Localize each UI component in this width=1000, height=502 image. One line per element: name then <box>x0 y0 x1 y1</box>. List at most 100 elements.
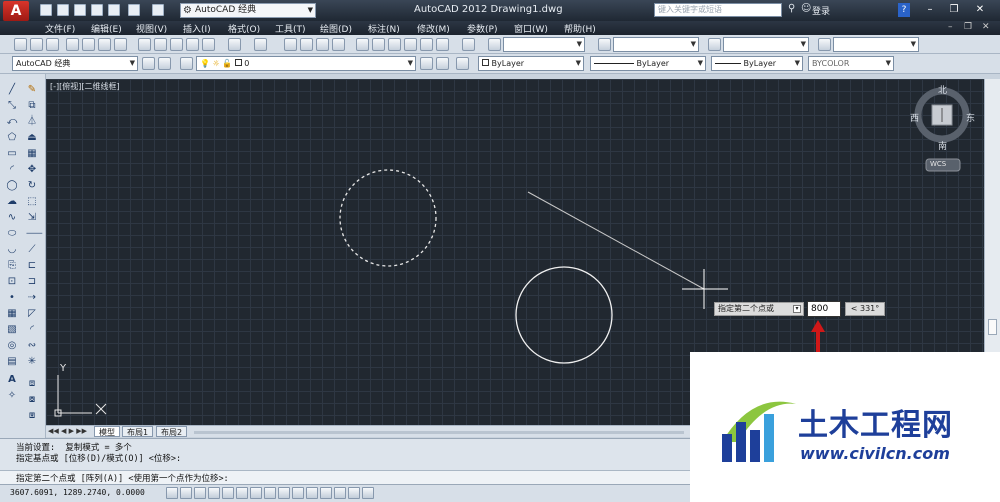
restore-icon[interactable]: ❐ <box>946 2 962 17</box>
viewcube-east[interactable]: 东 <box>966 111 975 124</box>
layer-combo[interactable]: 💡 ☼ 🔓 0 ▼ <box>196 56 416 71</box>
print-icon[interactable] <box>108 4 120 16</box>
block-tool-icon[interactable]: ⧆ <box>26 410 38 422</box>
lineweight-combo[interactable]: ByLayer ▼ <box>711 56 803 71</box>
menu-edit[interactable]: 编辑(E) <box>91 22 122 35</box>
offset-icon[interactable]: ⏏ <box>26 132 38 144</box>
close-icon[interactable]: ✕ <box>972 2 988 17</box>
scroll-thumb[interactable] <box>988 319 997 335</box>
add-selected-icon[interactable]: ✧ <box>6 390 18 402</box>
horizontal-scrollbar[interactable] <box>194 431 684 434</box>
qnew-icon[interactable] <box>14 38 27 51</box>
circle-icon[interactable]: ◯ <box>6 180 18 192</box>
copied-circle[interactable] <box>515 266 613 364</box>
layer-tool-icon[interactable]: ⧇ <box>26 394 38 406</box>
match-prop-icon[interactable] <box>186 38 199 51</box>
blend-icon[interactable]: ∾ <box>26 340 38 352</box>
line-icon[interactable]: ╱ <box>6 84 18 96</box>
polygon-icon[interactable]: ⬠ <box>6 132 18 144</box>
open-icon[interactable] <box>30 38 43 51</box>
minimize-icon[interactable]: – <box>922 2 938 17</box>
pan-icon[interactable] <box>284 38 297 51</box>
workspace-save-icon[interactable] <box>158 57 171 70</box>
snap-mode-icon[interactable] <box>180 487 192 499</box>
workspace-settings-icon[interactable] <box>142 57 155 70</box>
selected-circle[interactable] <box>339 169 437 267</box>
chamfer-icon[interactable]: ◸ <box>26 308 38 320</box>
sheet-set-icon[interactable] <box>404 38 417 51</box>
point-icon[interactable]: • <box>6 292 18 304</box>
spline-icon[interactable]: ∿ <box>6 212 18 224</box>
menu-window[interactable]: 窗口(W) <box>514 22 548 35</box>
infer-constraints-icon[interactable] <box>166 487 178 499</box>
polar-tracking-icon[interactable] <box>222 487 234 499</box>
rectangle-icon[interactable]: ▭ <box>6 148 18 160</box>
viewcube-south[interactable]: 南 <box>938 139 947 152</box>
construction-line-icon[interactable]: ⤡ <box>6 100 18 112</box>
table-style-combo[interactable]: ▼ <box>723 37 809 52</box>
otrack-icon[interactable] <box>264 487 276 499</box>
polyline-icon[interactable]: ⤺ <box>6 116 18 128</box>
zoom-window-icon[interactable] <box>316 38 329 51</box>
help-icon[interactable]: ? <box>898 3 910 17</box>
zoom-realtime-icon[interactable] <box>300 38 313 51</box>
table-style-icon[interactable] <box>708 38 721 51</box>
draworder-icon[interactable]: ⧈ <box>26 378 38 390</box>
menu-view[interactable]: 视图(V) <box>136 22 167 35</box>
3d-osnap-icon[interactable] <box>250 487 262 499</box>
insert-block-icon[interactable]: ⎘ <box>6 260 18 272</box>
properties-icon[interactable] <box>356 38 369 51</box>
login-link[interactable]: 登录 <box>812 4 830 17</box>
new-file-icon[interactable] <box>40 4 52 16</box>
binoculars-icon[interactable]: ⚲ <box>788 3 795 14</box>
array-icon[interactable]: ▦ <box>26 148 38 160</box>
menu-modify[interactable]: 修改(M) <box>417 22 450 35</box>
redo-icon[interactable] <box>152 4 164 16</box>
command-input[interactable]: 指定第二个点或 [阵列(A)] <使用第一个点作为位移>: <box>16 472 229 484</box>
text-style-combo[interactable]: ▼ <box>503 37 585 52</box>
save-icon[interactable] <box>46 38 59 51</box>
menu-restore-icon[interactable]: ❐ <box>964 22 972 32</box>
text-style-icon[interactable] <box>488 38 501 51</box>
save-as-icon[interactable] <box>91 4 103 16</box>
menu-parametric[interactable]: 参数(P) <box>467 22 497 35</box>
mleader-style-combo[interactable]: ▼ <box>833 37 919 52</box>
zoom-previous-icon[interactable] <box>332 38 345 51</box>
cut-icon[interactable] <box>138 38 151 51</box>
ellipse-arc-icon[interactable]: ◡ <box>6 244 18 256</box>
block-editor-icon[interactable] <box>202 38 215 51</box>
fillet-icon[interactable]: ◜ <box>26 324 38 336</box>
preview-icon[interactable] <box>82 38 95 51</box>
menu-draw[interactable]: 绘图(D) <box>320 22 352 35</box>
object-snap-icon[interactable] <box>236 487 248 499</box>
workspace-combo[interactable]: AutoCAD 经典 ▼ <box>12 56 138 71</box>
ortho-mode-icon[interactable] <box>208 487 220 499</box>
join-icon[interactable]: ⇢ <box>26 292 38 304</box>
app-logo[interactable]: A <box>3 1 29 21</box>
search-input[interactable]: 键入关键字或短语 <box>654 3 782 17</box>
transparency-icon[interactable] <box>320 487 332 499</box>
hatch-icon[interactable]: ▦ <box>6 308 18 320</box>
menu-format[interactable]: 格式(O) <box>228 22 260 35</box>
make-block-icon[interactable]: ⊡ <box>6 276 18 288</box>
mleader-style-icon[interactable] <box>818 38 831 51</box>
copy-icon[interactable] <box>154 38 167 51</box>
dynamic-input-value[interactable]: 800 <box>807 301 841 317</box>
workspace-select[interactable]: ⚙ AutoCAD 经典 ▼ <box>180 3 316 18</box>
tab-layout2[interactable]: 布局2 <box>156 426 188 437</box>
coordinate-readout[interactable]: 3607.6091, 1289.2740, 0.0000 <box>10 488 145 497</box>
ducs-icon[interactable] <box>278 487 290 499</box>
viewcube-west[interactable]: 西 <box>910 111 919 124</box>
trim-icon[interactable]: ⸺ <box>26 228 43 240</box>
ellipse-icon[interactable]: ⬭ <box>6 228 18 240</box>
selection-cycling-icon[interactable] <box>348 487 360 499</box>
layer-previous-icon[interactable] <box>436 57 449 70</box>
gradient-icon[interactable]: ▧ <box>6 324 18 336</box>
grid-display-icon[interactable] <box>194 487 206 499</box>
dim-style-combo[interactable]: ▼ <box>613 37 699 52</box>
design-center-icon[interactable] <box>372 38 385 51</box>
dim-style-icon[interactable] <box>598 38 611 51</box>
make-current-layer-icon[interactable] <box>420 57 433 70</box>
options-arrow-icon[interactable]: ▾ <box>793 305 801 313</box>
tool-palettes-icon[interactable] <box>388 38 401 51</box>
